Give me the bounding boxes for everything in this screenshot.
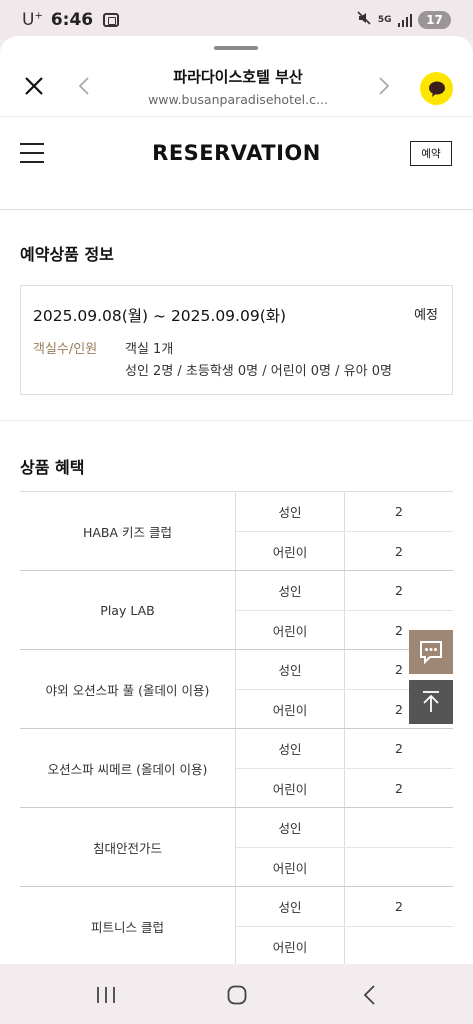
guest-type-cell: 어린이 bbox=[236, 927, 345, 964]
table-row: 어린이 bbox=[236, 926, 453, 964]
home-icon[interactable] bbox=[227, 985, 247, 1005]
status-badge: 예정 bbox=[414, 308, 438, 323]
benefit-group: 오션스파 씨메르 (올데이 이용) 성인 2 어린이 2 bbox=[20, 729, 453, 808]
guest-count-cell: 2 bbox=[395, 899, 403, 914]
section-divider bbox=[0, 420, 473, 421]
table-row: 성인 2 bbox=[236, 492, 453, 531]
guest-type-cell: 성인 bbox=[236, 887, 345, 926]
guest-count-cell: 2 bbox=[395, 504, 403, 519]
close-icon[interactable] bbox=[22, 74, 46, 98]
benefit-name: Play LAB bbox=[20, 571, 236, 649]
chat-bubble-icon[interactable] bbox=[409, 630, 453, 674]
guest-type-cell: 성인 bbox=[236, 650, 345, 689]
benefit-name: 오션스파 씨메르 (올데이 이용) bbox=[20, 729, 236, 807]
status-bar: U+ 6:46 5G 17 bbox=[0, 0, 473, 40]
reservation-info-box: 2025.09.08(월) ~ 2025.09.09(화) 예정 객실수/인원 … bbox=[20, 285, 453, 395]
site-header: RESERVATION 예약 bbox=[0, 116, 473, 210]
kakaotalk-icon[interactable] bbox=[420, 72, 453, 105]
benefits-table: HABA 키즈 클럽 성인 2 어린이 2 Play LAB 성인 2 어린이 2 야외 오션스파 … bbox=[20, 491, 453, 964]
system-nav-bar bbox=[0, 964, 473, 1024]
benefit-name: 야외 오션스파 풀 (올데이 이용) bbox=[20, 650, 236, 728]
guest-type-cell: 어린이 bbox=[236, 532, 345, 570]
guest-count-cell bbox=[345, 927, 453, 964]
recent-apps-icon[interactable] bbox=[96, 986, 116, 1004]
guest-count-cell: 2 bbox=[395, 543, 403, 559]
benefit-group: Play LAB 성인 2 어린이 2 bbox=[20, 571, 453, 650]
benefit-group: 피트니스 클럽 성인 2 어린이 bbox=[20, 887, 453, 964]
guest-count-cell: 2 bbox=[395, 741, 403, 756]
guest-type-cell: 성인 bbox=[236, 729, 345, 768]
carrier-label: U+ bbox=[22, 10, 43, 30]
back-icon[interactable] bbox=[361, 984, 377, 1006]
rooms-value: 객실 1개 bbox=[125, 342, 174, 357]
table-row: 성인 bbox=[236, 808, 453, 847]
guest-type-cell: 성인 bbox=[236, 808, 345, 847]
guest-count-cell bbox=[345, 808, 453, 847]
guest-type-cell: 어린이 bbox=[236, 690, 345, 728]
signal-icon bbox=[397, 13, 412, 27]
page-url[interactable]: www.busanparadisehotel.c... bbox=[118, 92, 358, 107]
guest-type-cell: 성인 bbox=[236, 492, 345, 531]
guest-type-cell: 어린이 bbox=[236, 848, 345, 886]
guest-type-cell: 어린이 bbox=[236, 611, 345, 649]
chevron-left-icon[interactable] bbox=[74, 74, 94, 98]
site-title: RESERVATION bbox=[152, 141, 321, 165]
table-row: 어린이 2 bbox=[236, 768, 453, 807]
sheet-drag-handle[interactable] bbox=[214, 46, 258, 50]
table-row: 성인 2 bbox=[236, 729, 453, 768]
page-title: 파라다이스호텔 부산 bbox=[173, 68, 303, 86]
table-row: 성인 2 bbox=[236, 571, 453, 610]
guest-count-cell: 2 bbox=[395, 583, 403, 598]
benefit-name: 피트니스 클럽 bbox=[20, 887, 236, 964]
battery-icon: 17 bbox=[418, 11, 451, 29]
guest-type-cell: 성인 bbox=[236, 571, 345, 610]
date-range: 2025.09.08(월) ~ 2025.09.09(화) bbox=[33, 307, 287, 325]
guest-type-cell: 어린이 bbox=[236, 769, 345, 807]
table-row: 성인 2 bbox=[236, 887, 453, 926]
browser-sheet: 파라다이스호텔 부산 www.busanparadisehotel.c... R… bbox=[0, 36, 473, 964]
reservation-info-heading: 예약상품 정보 bbox=[20, 245, 114, 264]
arrow-up-icon[interactable] bbox=[409, 680, 453, 724]
table-row: 어린이 2 bbox=[236, 531, 453, 570]
benefit-name: HABA 키즈 클럽 bbox=[20, 492, 236, 570]
benefit-name: 침대안전가드 bbox=[20, 808, 236, 886]
guests-value: 성인 2명 / 초등학생 0명 / 어린이 0명 / 유아 0명 bbox=[125, 364, 392, 379]
battery-level: 17 bbox=[426, 13, 443, 27]
screen-cast-icon bbox=[103, 13, 120, 27]
mute-icon bbox=[356, 10, 372, 30]
guest-count-cell: 2 bbox=[395, 780, 403, 796]
benefit-group: 야외 오션스파 풀 (올데이 이용) 성인 2 어린이 2 bbox=[20, 650, 453, 729]
benefit-group: 침대안전가드 성인 어린이 bbox=[20, 808, 453, 887]
browser-toolbar: 파라다이스호텔 부산 www.busanparadisehotel.c... bbox=[0, 58, 473, 116]
benefit-group: HABA 키즈 클럽 성인 2 어린이 2 bbox=[20, 492, 453, 571]
chevron-right-icon[interactable] bbox=[374, 74, 394, 98]
guest-count-cell bbox=[345, 848, 453, 886]
table-row: 어린이 bbox=[236, 847, 453, 886]
reserve-button[interactable]: 예약 bbox=[410, 141, 452, 166]
status-time: 6:46 bbox=[50, 10, 94, 30]
benefits-heading: 상품 혜택 bbox=[20, 458, 85, 477]
rooms-label: 객실수/인원 bbox=[33, 342, 98, 357]
network-type-label: 5G bbox=[377, 14, 392, 25]
